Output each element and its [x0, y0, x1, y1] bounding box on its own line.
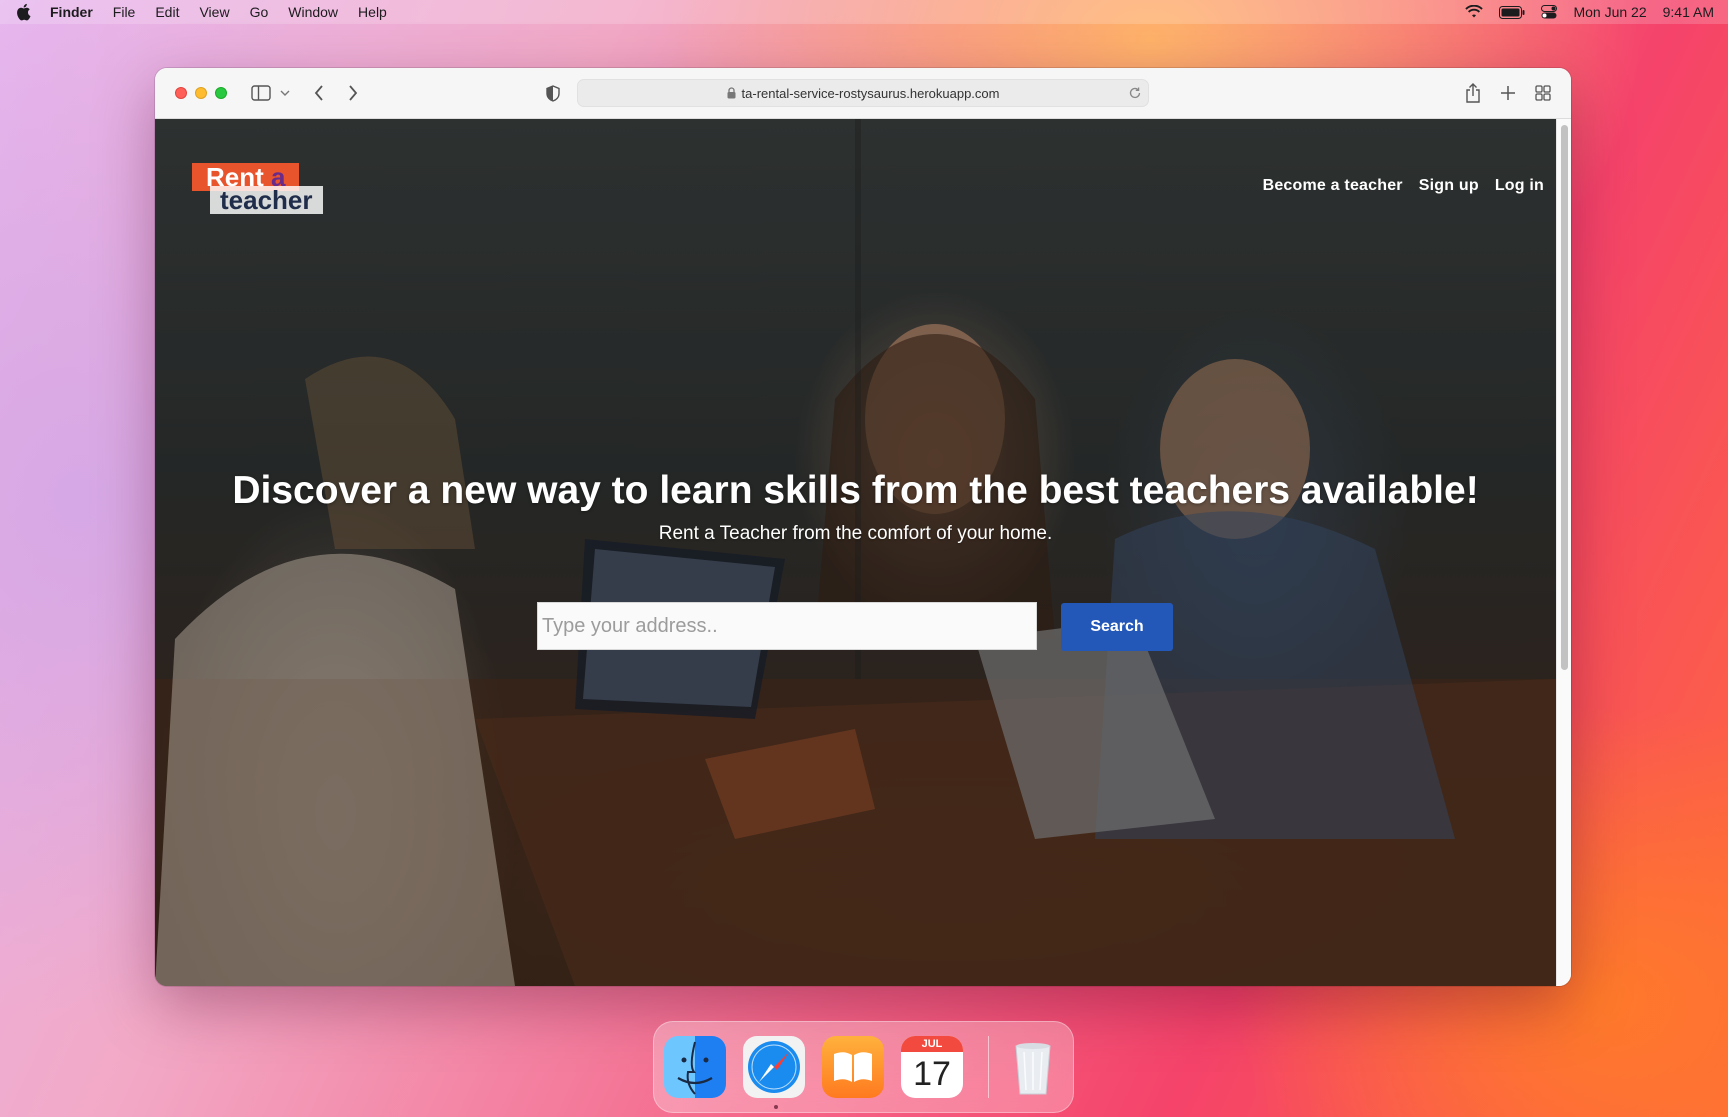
menu-edit[interactable]: Edit [155, 4, 179, 20]
zoom-window-button[interactable] [215, 87, 227, 99]
privacy-shield-icon[interactable] [544, 81, 562, 105]
safari-running-indicator [774, 1105, 778, 1109]
web-page: Rent a teacher Become a teacher Sign up … [155, 119, 1556, 986]
wifi-icon[interactable] [1465, 5, 1484, 19]
reload-icon[interactable] [1128, 86, 1142, 100]
address-search-input[interactable] [537, 602, 1037, 650]
url-text[interactable]: ta-rental-service-rostysaurus.herokuapp.… [742, 86, 1000, 101]
hero-subtitle: Rent a Teacher from the comfort of your … [658, 523, 1053, 544]
calendar-month: JUL [901, 1036, 963, 1052]
menu-app-name[interactable]: Finder [50, 4, 93, 20]
logo-teacher: teacher [210, 186, 323, 214]
scrollbar-thumb[interactable] [1561, 125, 1568, 670]
calendar-icon[interactable]: JUL 17 [901, 1036, 963, 1098]
trash-icon[interactable] [1002, 1036, 1064, 1098]
forward-icon[interactable] [345, 81, 361, 105]
calendar-day: 17 [913, 1055, 951, 1093]
nav-become-teacher-link[interactable]: Become a teacher [1263, 177, 1403, 195]
battery-icon[interactable] [1499, 5, 1525, 19]
books-icon[interactable] [822, 1036, 884, 1098]
nav-sign-up-link[interactable]: Sign up [1419, 177, 1479, 195]
minimize-window-button[interactable] [195, 87, 207, 99]
close-window-button[interactable] [175, 87, 187, 99]
apple-menu-icon[interactable] [14, 3, 32, 21]
chevron-down-icon[interactable] [279, 81, 291, 105]
finder-icon[interactable] [664, 1036, 726, 1098]
nav-log-in-link[interactable]: Log in [1495, 177, 1544, 195]
hero-title: Discover a new way to learn skills from … [232, 469, 1479, 512]
new-tab-icon[interactable] [1499, 81, 1517, 105]
dock-separator [988, 1036, 989, 1098]
tab-overview-icon[interactable] [1534, 81, 1552, 105]
sidebar-toggle-icon[interactable] [250, 81, 272, 105]
menu-go[interactable]: Go [250, 4, 269, 20]
menu-bar: Finder File Edit View Go Window Help Mon… [0, 0, 1728, 24]
lock-icon [727, 87, 736, 99]
menu-window[interactable]: Window [288, 4, 338, 20]
menu-help[interactable]: Help [358, 4, 387, 20]
site-logo[interactable]: Rent a teacher [192, 163, 332, 215]
page-scrollbar[interactable] [1556, 119, 1571, 986]
hero-dark-overlay [155, 119, 1556, 986]
share-icon[interactable] [1464, 81, 1482, 105]
safari-icon[interactable] [743, 1036, 805, 1098]
site-nav: Become a teacher Sign up Log in [1263, 177, 1544, 195]
back-icon[interactable] [311, 81, 327, 105]
address-bar[interactable]: ta-rental-service-rostysaurus.herokuapp.… [577, 79, 1149, 107]
dock: JUL 17 [653, 1021, 1074, 1113]
search-button[interactable]: Search [1061, 603, 1173, 651]
control-center-icon[interactable] [1541, 5, 1558, 19]
browser-toolbar: ta-rental-service-rostysaurus.herokuapp.… [155, 68, 1571, 119]
menu-file[interactable]: File [113, 4, 136, 20]
browser-window: ta-rental-service-rostysaurus.herokuapp.… [155, 68, 1571, 986]
menubar-time[interactable]: 9:41 AM [1663, 4, 1714, 20]
menubar-date[interactable]: Mon Jun 22 [1573, 4, 1646, 20]
menu-view[interactable]: View [199, 4, 229, 20]
